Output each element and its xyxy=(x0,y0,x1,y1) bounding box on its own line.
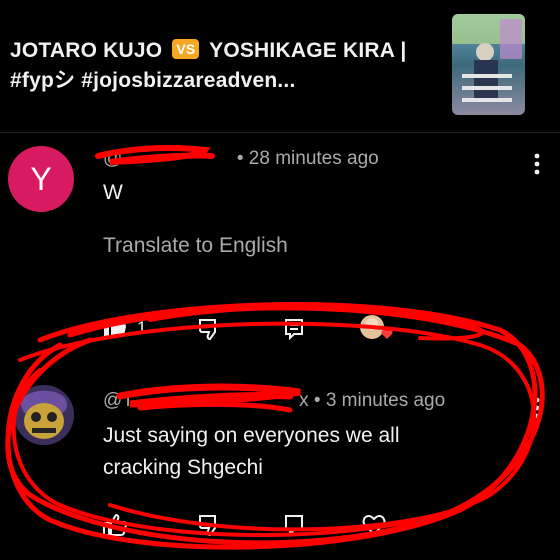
censor-scribble xyxy=(5,145,545,550)
